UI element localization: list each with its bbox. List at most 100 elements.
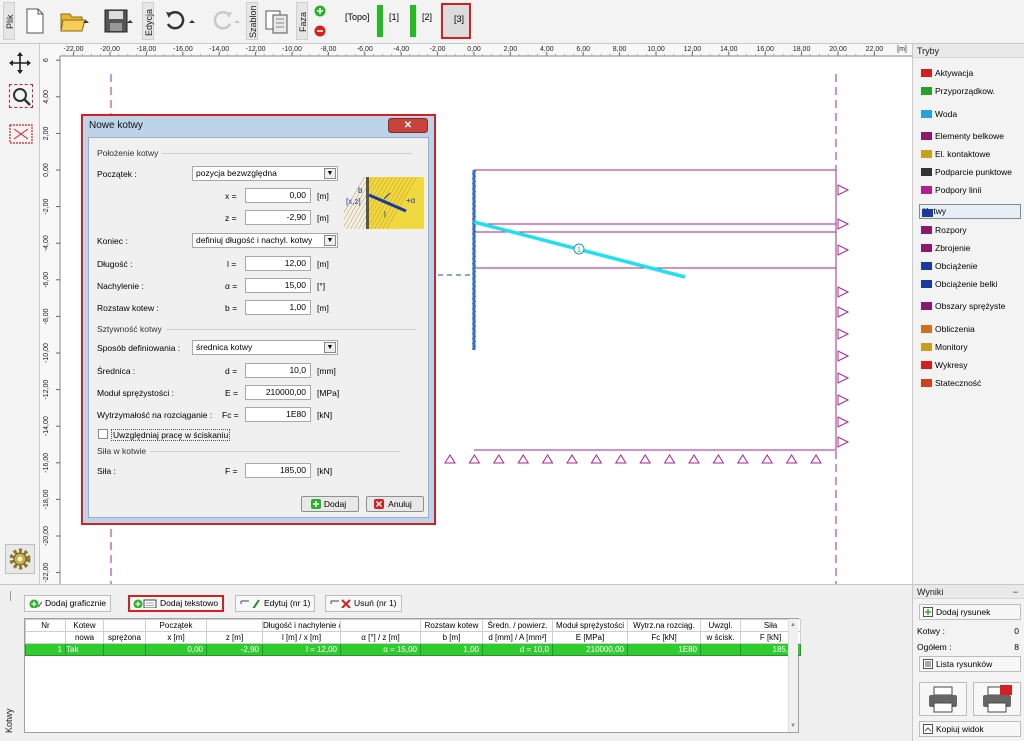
table-cell[interactable]: Tak — [65, 643, 104, 656]
compression-checkbox[interactable] — [98, 429, 108, 439]
start-select[interactable]: pozycja bezwzględna ▼ — [192, 166, 338, 181]
add-textually-button[interactable]: Dodaj tekstowo — [128, 595, 225, 612]
pan-button[interactable] — [9, 52, 31, 74]
bottom-support-icon — [444, 454, 456, 464]
table-cell[interactable]: d = 10,0 — [482, 643, 553, 656]
mode-item-12[interactable]: Obszary sprężyste — [919, 298, 1021, 314]
mode-item-5[interactable]: Podparcie punktowe — [919, 164, 1021, 180]
mode-item-10[interactable]: Obciążenie — [919, 258, 1021, 274]
phase-1[interactable]: [1] — [389, 12, 399, 22]
print-button[interactable] — [919, 682, 967, 716]
mode-item-16[interactable]: Stateczność — [919, 375, 1021, 391]
scroll-down-icon[interactable]: ▼ — [790, 723, 796, 729]
fit-view-button[interactable] — [9, 124, 33, 144]
definition-select[interactable]: średnica kotwy ▼ — [192, 340, 338, 355]
end-select[interactable]: definiuj długość i nachyl. kotwy ▼ — [192, 233, 338, 248]
table-cell[interactable]: 1E80 — [627, 643, 701, 656]
add-graphically-button[interactable]: Dodaj graficznie — [24, 595, 111, 612]
diameter-unit: [mm] — [317, 366, 336, 376]
force-field[interactable]: 185,00 — [245, 463, 311, 478]
length-field[interactable]: 12,00 — [245, 256, 311, 271]
picture-list-button[interactable]: Lista rysunków — [919, 656, 1021, 672]
mode-item-4[interactable]: El. kontaktowe — [919, 146, 1021, 162]
new-file-button[interactable] — [22, 6, 48, 36]
edit-tab[interactable]: Edycja — [142, 2, 154, 40]
table-cell[interactable]: 1 — [25, 643, 66, 656]
add-button[interactable]: Dodaj — [301, 496, 359, 512]
chevron-down-icon: ▼ — [324, 168, 336, 179]
spacing-field[interactable]: 1,00 — [245, 300, 311, 315]
scroll-up-icon[interactable]: ▲ — [790, 622, 796, 628]
splitter[interactable] — [10, 591, 12, 601]
copy-view-button[interactable]: Kopiuj widok — [919, 721, 1021, 737]
print-export-button[interactable] — [973, 682, 1021, 716]
mode-item-11[interactable]: Obciążenie belki — [919, 276, 1021, 292]
soil-boundary — [474, 169, 837, 451]
collapse-icon[interactable]: − — [1013, 585, 1018, 599]
mode-item-0[interactable]: Aktywacja — [919, 65, 1021, 81]
table-cell[interactable]: α = 15,00 — [340, 643, 421, 656]
mode-item-1[interactable]: Przyporządkow. — [919, 83, 1021, 99]
zoom-icon — [13, 88, 31, 106]
phase-1-indicator — [377, 5, 383, 37]
mode-label: Przyporządkow. — [935, 86, 995, 96]
table-cell[interactable] — [103, 643, 146, 656]
mode-label: Elementy belkowe — [935, 131, 1004, 141]
diagram-alpha-label: +α — [406, 196, 416, 205]
table-row[interactable]: 1 Tak 0,00 -2,90 l = 12,00 α = 15,00 1,00 d = 1… — [25, 643, 801, 656]
z-field[interactable]: -2,90 — [245, 210, 311, 225]
remove-phase-button[interactable] — [314, 24, 326, 38]
anchors-table[interactable]: NrKotew Początek Długość i nachylenie / ws… — [24, 618, 801, 733]
close-button[interactable]: ✕ — [388, 118, 428, 133]
table-cell[interactable]: 1,00 — [420, 643, 483, 656]
phase-2[interactable]: [2] — [422, 12, 432, 22]
compression-label[interactable]: Uwzględniaj pracę w ściskaniu — [111, 429, 231, 441]
template-button[interactable] — [262, 6, 292, 36]
add-phase-button[interactable] — [314, 4, 326, 18]
strength-field[interactable]: 1E80 — [245, 407, 311, 422]
zoom-button[interactable] — [9, 84, 33, 108]
phase-tab[interactable]: Faza — [296, 2, 308, 40]
open-file-button[interactable] — [56, 6, 92, 36]
template-tab[interactable]: Szablon — [246, 2, 258, 40]
top-tick-label: 4,00 — [540, 46, 554, 53]
mode-item-13[interactable]: Obliczenia — [919, 321, 1021, 337]
mode-item-7[interactable]: Kotwy — [919, 204, 1021, 219]
save-button[interactable] — [100, 6, 136, 36]
file-tab[interactable]: Plik — [3, 2, 15, 40]
x-field[interactable]: 0,00 — [245, 188, 311, 203]
mode-item-3[interactable]: Elementy belkowe — [919, 128, 1021, 144]
settings-button[interactable] — [5, 544, 35, 574]
diameter-field[interactable]: 10,0 — [245, 363, 311, 378]
force-unit: [kN] — [317, 466, 333, 476]
phase-3-tab[interactable]: [3] — [441, 3, 471, 39]
edit-button[interactable]: Edytuj (nr 1) — [235, 595, 316, 612]
table-cell[interactable]: 0,00 — [145, 643, 207, 656]
redo-button[interactable] — [204, 6, 244, 36]
add-picture-button[interactable]: Dodaj rysunek — [919, 604, 1021, 620]
left-tick-label: 0,00 — [43, 163, 50, 177]
mode-item-15[interactable]: Wykresy — [919, 357, 1021, 373]
phase-topo[interactable]: [Topo] — [345, 12, 370, 22]
diameter-symbol: d = — [225, 366, 238, 376]
inclination-field[interactable]: 15,00 — [245, 278, 311, 293]
mode-icon — [921, 343, 932, 351]
table-scrollbar[interactable]: ▲ ▼ — [788, 619, 798, 732]
mode-item-8[interactable]: Rozpory — [919, 222, 1021, 238]
modulus-label: Moduł sprężystości : — [97, 388, 174, 398]
left-tick-label: -8,00 — [43, 308, 50, 324]
mode-item-14[interactable]: Monitory — [919, 339, 1021, 355]
table-cell[interactable] — [700, 643, 741, 656]
mode-item-6[interactable]: Podpory linii — [919, 182, 1021, 198]
delete-button[interactable]: Usuń (nr 1) — [325, 595, 402, 612]
mode-label: Aktywacja — [935, 68, 974, 78]
modulus-field[interactable]: 210000,00 — [245, 385, 311, 400]
mode-item-9[interactable]: Zbrojenie — [919, 240, 1021, 256]
table-cell[interactable]: 210000,00 — [552, 643, 628, 656]
table-cell[interactable]: -2,90 — [206, 643, 263, 656]
table-cell[interactable]: l = 12,00 — [262, 643, 341, 656]
z-symbol: z = — [225, 213, 237, 223]
undo-button[interactable] — [160, 6, 200, 36]
cancel-button[interactable]: Anuluj — [366, 496, 424, 512]
mode-item-2[interactable]: Woda — [919, 106, 1021, 122]
